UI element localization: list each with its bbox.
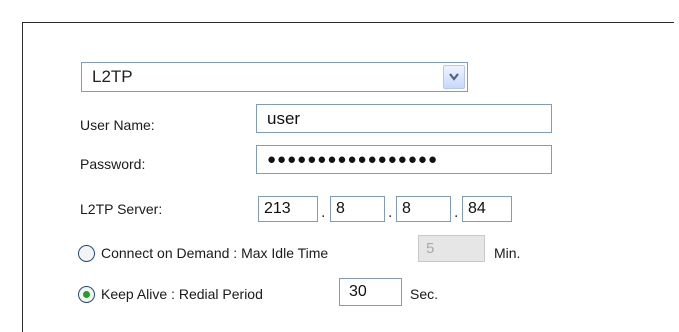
redial-period-unit: Sec.	[410, 286, 439, 302]
ip-separator: .	[388, 204, 393, 221]
server-ip-octet-1[interactable]: 213	[258, 196, 318, 222]
password-input[interactable]: ●●●●●●●●●●●●●●●●●	[256, 145, 552, 174]
redial-period-input[interactable]: 30	[339, 278, 402, 306]
chevron-down-icon	[449, 73, 459, 81]
ip-separator: .	[454, 204, 459, 221]
max-idle-time-input[interactable]: 5	[418, 235, 485, 262]
server-ip-octet-3[interactable]: 8	[396, 196, 451, 222]
server-ip-octet-2[interactable]: 8	[330, 196, 385, 222]
username-input[interactable]: user	[256, 104, 552, 133]
ip-separator: .	[321, 204, 326, 221]
password-label: Password:	[80, 156, 146, 172]
keep-alive-label: Keep Alive : Redial Period	[101, 286, 263, 302]
connect-on-demand-radio[interactable]	[78, 245, 95, 262]
server-label: L2TP Server:	[80, 201, 163, 217]
radio-selected-dot	[83, 291, 90, 298]
keep-alive-radio[interactable]	[78, 286, 95, 303]
connection-type-value: L2TP	[92, 67, 133, 86]
username-label: User Name:	[80, 117, 155, 133]
dropdown-button[interactable]	[443, 65, 465, 89]
max-idle-time-unit: Min.	[494, 245, 521, 261]
server-ip-octet-4[interactable]: 84	[462, 196, 512, 222]
connection-type-select[interactable]: L2TP	[81, 62, 468, 92]
connect-on-demand-label: Connect on Demand : Max Idle Time	[101, 245, 329, 261]
